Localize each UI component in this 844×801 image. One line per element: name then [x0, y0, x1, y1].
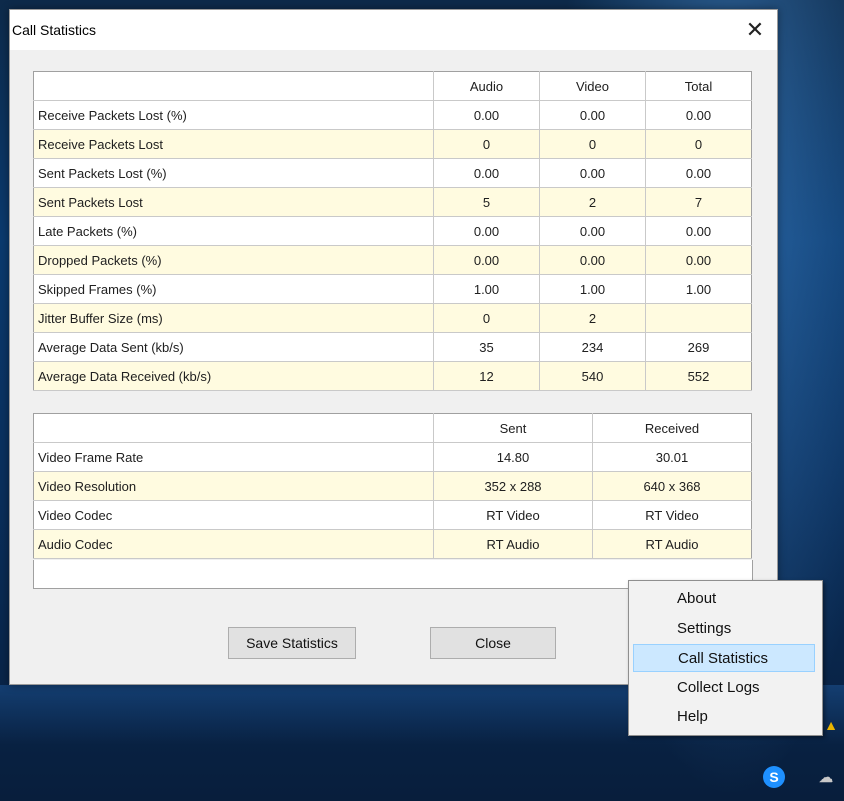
total-value: 1.00 [645, 274, 752, 304]
received-value: 640 x 368 [592, 471, 752, 501]
row-label: Video Codec [33, 500, 434, 530]
video-value: 0.00 [539, 245, 646, 275]
table-row: Audio Codec RT Audio RT Audio [33, 529, 752, 559]
table-row: Receive Packets Lost 0 0 0 [33, 129, 752, 159]
row-label: Average Data Sent (kb/s) [33, 332, 434, 362]
table-header-row: Audio Video Total [33, 71, 752, 101]
table-row: Video Codec RT Video RT Video [33, 500, 752, 530]
tray-context-menu: About Settings Call Statistics Collect L… [628, 580, 823, 736]
video-value: 0.00 [539, 216, 646, 246]
total-value: 0 [645, 129, 752, 159]
received-value: RT Audio [592, 529, 752, 559]
total-value: 7 [645, 187, 752, 217]
header-cell-received: Received [592, 413, 752, 443]
total-value: 0.00 [645, 100, 752, 130]
received-value: 30.01 [592, 442, 752, 472]
table-row: Video Resolution 352 x 288 640 x 368 [33, 471, 752, 501]
table-row: Average Data Received (kb/s) 12 540 552 [33, 361, 752, 391]
row-label: Audio Codec [33, 529, 434, 559]
audio-value: 12 [433, 361, 540, 391]
audio-value: 0.00 [433, 245, 540, 275]
total-value: 0.00 [645, 245, 752, 275]
row-label: Sent Packets Lost (%) [33, 158, 434, 188]
save-statistics-button[interactable]: Save Statistics [228, 627, 356, 659]
audio-value: 0.00 [433, 100, 540, 130]
header-cell-sent: Sent [433, 413, 593, 443]
skype-icon[interactable]: S [763, 766, 785, 788]
window-title: Call Statistics [12, 22, 97, 38]
row-label: Jitter Buffer Size (ms) [33, 303, 434, 333]
row-label: Video Frame Rate [33, 442, 434, 472]
video-value: 540 [539, 361, 646, 391]
video-value: 2 [539, 187, 646, 217]
header-cell-audio: Audio [433, 71, 540, 101]
video-value: 1.00 [539, 274, 646, 304]
audio-value: 0.00 [433, 158, 540, 188]
row-label: Video Resolution [33, 471, 434, 501]
header-cell-total: Total [645, 71, 752, 101]
row-label: Skipped Frames (%) [33, 274, 434, 304]
total-value: 0.00 [645, 158, 752, 188]
audio-value: 35 [433, 332, 540, 362]
video-value: 0 [539, 129, 646, 159]
audio-value: 1.00 [433, 274, 540, 304]
table-header-row: Sent Received [33, 413, 752, 443]
video-stats-table: Sent Received Video Frame Rate 14.80 30.… [33, 413, 752, 559]
received-value: RT Video [592, 500, 752, 530]
header-cell-video: Video [539, 71, 646, 101]
row-label: Receive Packets Lost (%) [33, 100, 434, 130]
row-label: Dropped Packets (%) [33, 245, 434, 275]
menu-item-call-statistics[interactable]: Call Statistics [633, 644, 815, 672]
total-value: 269 [645, 332, 752, 362]
sent-value: 14.80 [433, 442, 593, 472]
menu-item-about[interactable]: About [633, 585, 815, 613]
menu-item-help[interactable]: Help [633, 703, 815, 731]
row-label: Late Packets (%) [33, 216, 434, 246]
total-value: 552 [645, 361, 752, 391]
audio-value: 0 [433, 129, 540, 159]
table-row: Sent Packets Lost 5 2 7 [33, 187, 752, 217]
cloud-icon[interactable]: ☁ [815, 766, 837, 788]
table-row: Sent Packets Lost (%) 0.00 0.00 0.00 [33, 158, 752, 188]
table-row: Late Packets (%) 0.00 0.00 0.00 [33, 216, 752, 246]
sent-value: 352 x 288 [433, 471, 593, 501]
sent-value: RT Video [433, 500, 593, 530]
close-icon[interactable]: ✕ [741, 16, 769, 44]
table-row: Video Frame Rate 14.80 30.01 [33, 442, 752, 472]
close-button[interactable]: Close [430, 627, 556, 659]
media-stats-table: Audio Video Total Receive Packets Lost (… [33, 71, 752, 391]
audio-value: 0.00 [433, 216, 540, 246]
sent-value: RT Audio [433, 529, 593, 559]
table-row: Receive Packets Lost (%) 0.00 0.00 0.00 [33, 100, 752, 130]
title-bar: Call Statistics ✕ [10, 10, 777, 50]
video-value: 234 [539, 332, 646, 362]
header-cell [33, 71, 434, 101]
warning-icon[interactable]: ▲ [820, 714, 842, 736]
video-value: 0.00 [539, 158, 646, 188]
table-row: Average Data Sent (kb/s) 35 234 269 [33, 332, 752, 362]
audio-value: 5 [433, 187, 540, 217]
total-value: 0.00 [645, 216, 752, 246]
video-value: 2 [539, 303, 646, 333]
menu-item-collect-logs[interactable]: Collect Logs [633, 674, 815, 702]
menu-item-settings[interactable]: Settings [633, 615, 815, 643]
row-label: Average Data Received (kb/s) [33, 361, 434, 391]
row-label: Sent Packets Lost [33, 187, 434, 217]
row-label: Receive Packets Lost [33, 129, 434, 159]
audio-value: 0 [433, 303, 540, 333]
header-cell [33, 413, 434, 443]
video-value: 0.00 [539, 100, 646, 130]
table-row: Skipped Frames (%) 1.00 1.00 1.00 [33, 274, 752, 304]
total-value [645, 303, 752, 333]
table-row: Dropped Packets (%) 0.00 0.00 0.00 [33, 245, 752, 275]
table-row: Jitter Buffer Size (ms) 0 2 [33, 303, 752, 333]
